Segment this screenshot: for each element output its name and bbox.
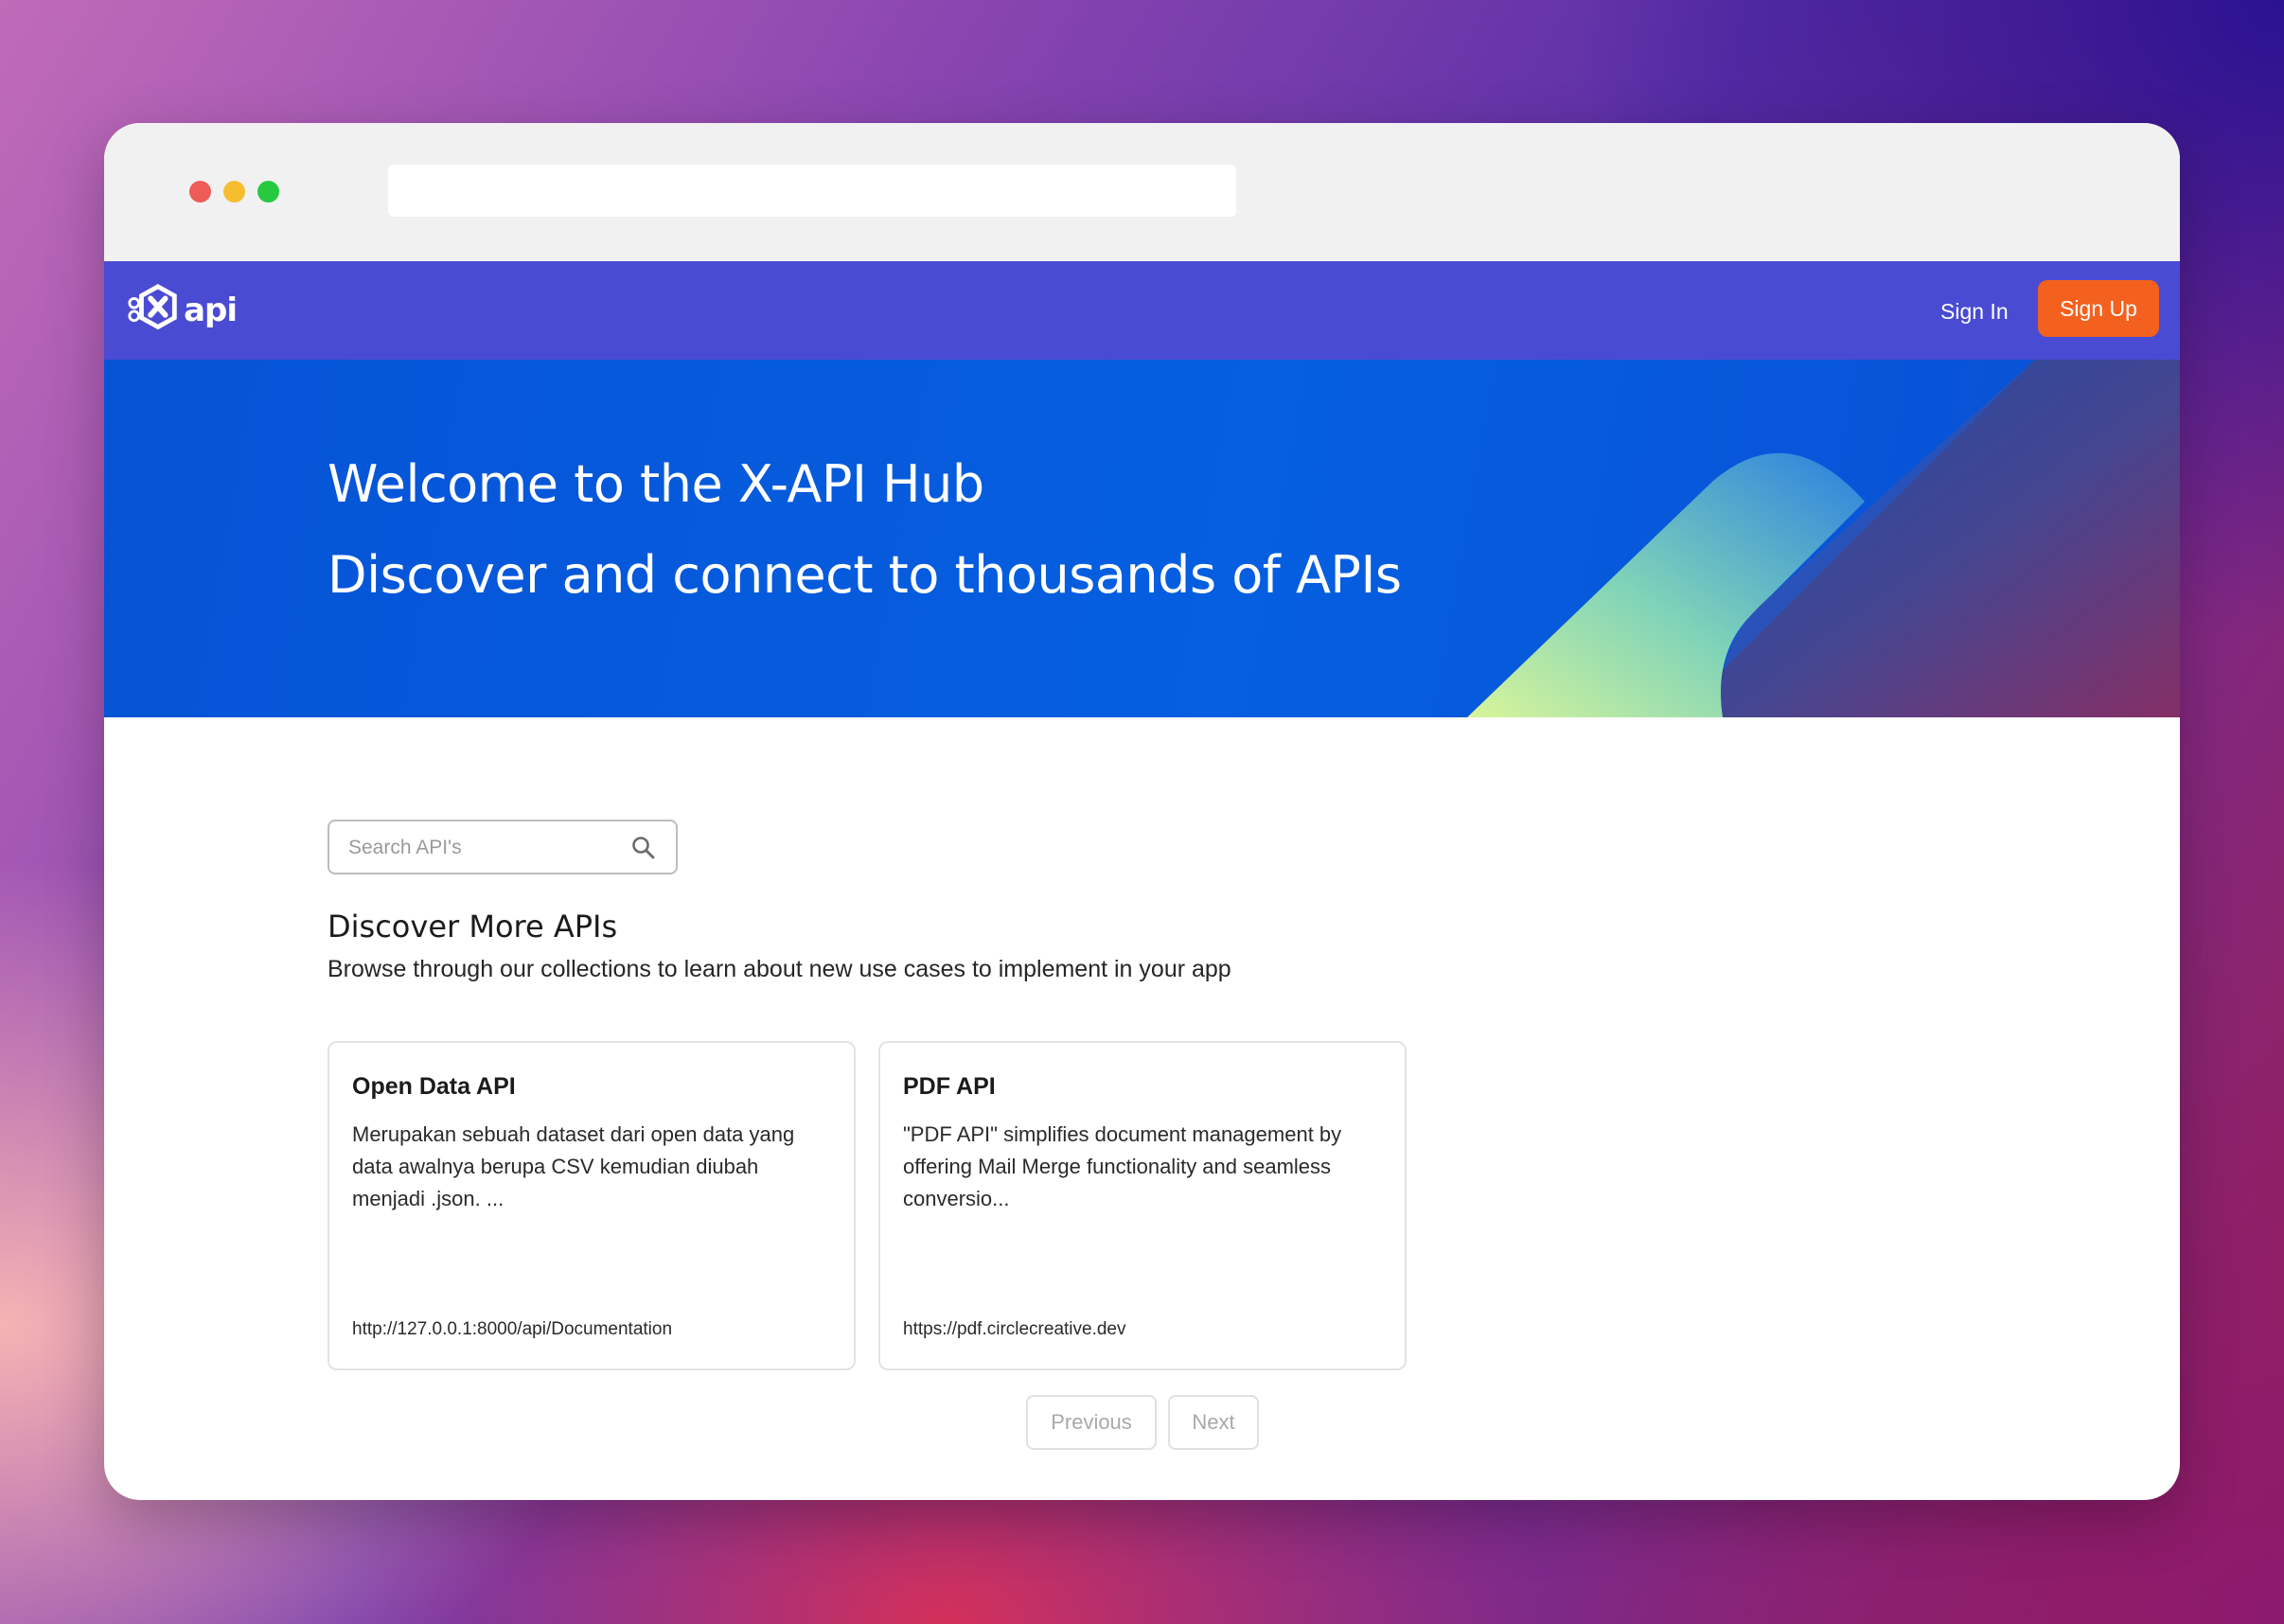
next-page-button[interactable]: Next [1168, 1395, 1259, 1450]
search-box[interactable] [328, 820, 678, 874]
logo[interactable]: api [125, 282, 238, 339]
discover-title: Discover More APIs [328, 909, 618, 944]
address-bar[interactable] [388, 165, 1236, 217]
hero-decoration [1467, 360, 2180, 717]
api-card-title: Open Data API [352, 1073, 516, 1100]
minimize-window-button[interactable] [223, 181, 245, 203]
sign-up-button[interactable]: Sign Up [2038, 280, 2159, 337]
search-icon[interactable] [630, 835, 657, 861]
api-card[interactable]: Open Data API Merupakan sebuah dataset d… [328, 1041, 856, 1370]
hero-subtitle: Discover and connect to thousands of API… [328, 545, 1402, 605]
api-card-url: https://pdf.circlecreative.dev [903, 1319, 1126, 1339]
hero-banner: Welcome to the X-API Hub Discover and co… [104, 360, 2180, 717]
navbar: api Sign In Sign Up [104, 261, 2180, 360]
x-logo-icon [128, 284, 177, 330]
api-card-url: http://127.0.0.1:8000/api/Documentation [352, 1319, 673, 1339]
api-card-title: PDF API [903, 1073, 996, 1100]
hero-title: Welcome to the X-API Hub [328, 454, 984, 514]
previous-page-button[interactable]: Previous [1026, 1395, 1157, 1450]
maximize-window-button[interactable] [257, 181, 279, 203]
discover-subtitle: Browse through our collections to learn … [328, 956, 1231, 982]
search-input[interactable] [346, 821, 625, 874]
close-window-button[interactable] [189, 181, 211, 203]
browser-window: api Sign In Sign Up Welcome to the X-API… [104, 123, 2180, 1500]
logo-text: api [184, 291, 238, 329]
api-card-description: Merupakan sebuah dataset dari open data … [352, 1122, 795, 1210]
api-card[interactable]: PDF API "PDF API" simplifies document ma… [878, 1041, 1407, 1370]
sign-in-link[interactable]: Sign In [1940, 293, 2009, 329]
api-card-description: "PDF API" simplifies document management… [903, 1122, 1342, 1210]
browser-chrome [104, 123, 2180, 261]
